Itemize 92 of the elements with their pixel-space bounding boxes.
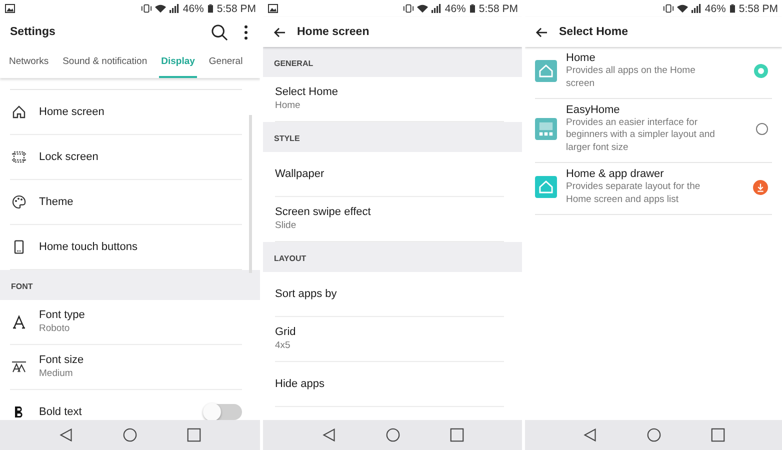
signal-icon [430, 4, 442, 13]
item-label: Home screen [39, 106, 106, 118]
item-value: Home [275, 100, 302, 112]
clock: 5:58 PM [216, 2, 256, 14]
battery-icon [470, 4, 475, 13]
back-nav-icon[interactable] [59, 428, 73, 442]
radio-button[interactable] [756, 123, 768, 136]
item-label: Bold text [39, 406, 83, 418]
tab[interactable]: Networks [7, 47, 51, 78]
section-header: GENERAL [274, 59, 314, 68]
item-label: Select Home [275, 86, 339, 98]
item-label: Wallpaper [275, 168, 326, 180]
signal-icon [168, 4, 180, 13]
item-label: Grid [275, 326, 297, 338]
battery-percent: 46% [182, 2, 204, 14]
item-label: Home touch buttons [39, 241, 138, 253]
back-nav-icon[interactable] [582, 428, 596, 442]
settings-item[interactable]: Grid 4x5 [275, 317, 504, 362]
recents-nav-icon[interactable] [710, 428, 724, 442]
battery-icon [730, 4, 735, 13]
section-header: STYLE [274, 134, 300, 143]
item-label: Font size [39, 354, 85, 366]
back-arrow-icon[interactable] [273, 26, 286, 38]
serif-letter-icon [12, 315, 26, 329]
palette-icon [12, 195, 26, 209]
item-value: Medium [39, 368, 74, 380]
vibrate-icon [662, 4, 674, 13]
wifi-icon [676, 4, 688, 13]
back-arrow-icon[interactable] [535, 26, 548, 38]
option-title: Home [566, 52, 596, 64]
wifi-icon [154, 4, 166, 13]
home-nav-icon[interactable] [123, 428, 137, 442]
home-option[interactable]: Home & app drawer Provides separate layout for the Home screen and apps list [535, 163, 772, 215]
font-size-icon [12, 360, 26, 374]
home-option[interactable]: EasyHome Provides an easier interface for beginners with a simpler layout and larger font size [535, 98, 772, 164]
house-tile-icon [535, 60, 557, 82]
grid-tile-icon [535, 118, 557, 140]
phone-icon [12, 240, 26, 254]
option-title: Home & app drawer [566, 168, 665, 180]
screen-title: Settings [10, 26, 56, 38]
settings-item[interactable]: Lock screen [10, 135, 242, 180]
download-icon[interactable] [753, 180, 768, 195]
item-value: Slide [275, 220, 298, 232]
home-option[interactable]: Home Provides all apps on the Home screen [535, 47, 772, 99]
option-description: Provides separate layout for the Home screen and apps list [566, 181, 702, 207]
screen-title: Select Home [559, 26, 628, 38]
home-icon [12, 105, 26, 119]
signal-icon [690, 4, 702, 13]
dotted-frame-icon [12, 150, 26, 164]
more-options-icon[interactable] [244, 24, 248, 40]
vibrate-icon [140, 4, 152, 13]
item-label: Screen swipe effect [275, 206, 372, 218]
tab[interactable]: General [206, 47, 245, 78]
option-description: Provides an easier interface for beginners with a simpler layout and larger font size [566, 116, 716, 156]
tab[interactable]: Sound & notification [60, 47, 150, 78]
home-nav-icon[interactable] [646, 428, 660, 442]
item-label: Hide apps [275, 378, 326, 390]
section-header: FONT [11, 282, 33, 291]
settings-item[interactable]: Wallpaper [275, 152, 504, 197]
home-nav-icon[interactable] [386, 428, 400, 442]
back-nav-icon[interactable] [322, 428, 336, 442]
toggle-switch[interactable] [204, 404, 242, 420]
item-value: Roboto [39, 322, 71, 336]
settings-item[interactable]: Sort apps by [275, 272, 504, 317]
battery-percent: 46% [444, 2, 466, 14]
settings-item[interactable]: Theme [10, 180, 242, 225]
section-header: LAYOUT [274, 254, 306, 263]
house-tile-icon [535, 176, 557, 198]
settings-item[interactable]: Home screen [10, 90, 242, 135]
battery-icon [208, 4, 213, 13]
item-label: Lock screen [39, 151, 100, 163]
settings-item[interactable]: Font size Medium [10, 345, 242, 390]
option-description: Provides all apps on the Home screen [566, 65, 696, 91]
radio-button[interactable] [754, 64, 768, 78]
settings-item[interactable]: Hide apps [275, 362, 504, 407]
wifi-icon [416, 4, 428, 13]
battery-percent: 46% [704, 2, 726, 14]
option-title: EasyHome [566, 104, 621, 116]
clock: 5:58 PM [478, 2, 518, 14]
item-value: 4x5 [275, 340, 292, 352]
settings-item[interactable]: Font type Roboto [10, 300, 242, 345]
search-icon[interactable] [211, 24, 228, 40]
picture-notification-icon [268, 4, 278, 13]
screen-title: Home screen [297, 26, 370, 38]
item-label: Theme [39, 196, 74, 208]
item-label: Font type [39, 308, 86, 321]
recents-nav-icon[interactable] [450, 428, 464, 442]
recents-nav-icon[interactable] [187, 428, 201, 442]
item-label: Sort apps by [275, 288, 338, 300]
picture-notification-icon [5, 4, 15, 13]
vibrate-icon [402, 4, 414, 13]
clock: 5:58 PM [738, 2, 778, 14]
